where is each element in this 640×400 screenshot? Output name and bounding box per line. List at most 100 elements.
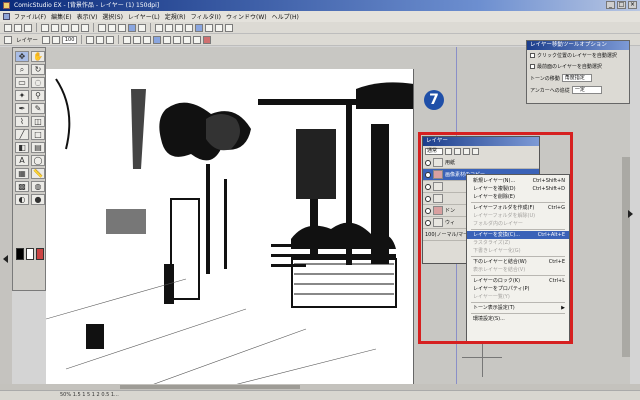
select-rect-icon[interactable]: ▭ — [15, 77, 29, 88]
story-icon[interactable] — [215, 23, 223, 32]
option-auto-select-click[interactable]: クリック位置のレイヤーを自動選択 — [527, 50, 629, 61]
zoom-out-icon[interactable] — [118, 23, 126, 32]
scroll-thumb[interactable] — [120, 385, 300, 389]
layer-row[interactable]: 用紙 — [423, 157, 539, 169]
menu-ruler[interactable]: 定規(R) — [165, 12, 186, 21]
blend-tool-icon[interactable]: ◐ — [15, 194, 29, 205]
context-menu-item[interactable]: レイヤーをプロパティ(P) — [467, 285, 569, 293]
settings-icon[interactable] — [225, 23, 233, 32]
context-menu-item[interactable]: レイヤーを削除(E) — [467, 193, 569, 201]
move-tool-icon[interactable]: ✥ — [15, 51, 29, 62]
rotate-tool-icon[interactable]: ↻ — [31, 64, 45, 75]
pen-icon[interactable] — [123, 35, 132, 44]
open-file-icon[interactable] — [14, 23, 22, 32]
redo-icon[interactable] — [81, 23, 89, 32]
pen-tool-icon[interactable]: ✒ — [15, 103, 29, 114]
zoom-in-icon[interactable] — [108, 23, 116, 32]
minimize-button[interactable]: _ — [606, 1, 615, 9]
folder-icon[interactable] — [454, 148, 461, 155]
paste-icon[interactable] — [61, 23, 69, 32]
tone-icon[interactable] — [153, 35, 162, 44]
stop-icon[interactable] — [203, 35, 212, 44]
eye-icon[interactable] — [425, 171, 431, 178]
lock-icon[interactable] — [463, 148, 470, 155]
fit-window-icon[interactable] — [128, 23, 136, 32]
layer-next-icon[interactable] — [51, 35, 60, 44]
eye-icon[interactable] — [425, 195, 431, 202]
context-menu-item[interactable]: レイヤーフォルダを作成(F) Ctrl+G — [467, 204, 569, 212]
rotate-icon[interactable] — [155, 23, 163, 32]
context-menu-item[interactable]: レイヤーのロック(K) Ctrl+L — [467, 277, 569, 285]
foreground-color[interactable] — [16, 248, 24, 260]
zoom-field[interactable]: 100 — [61, 35, 78, 44]
copy-icon[interactable] — [51, 23, 59, 32]
new-layer-icon[interactable] — [445, 148, 452, 155]
drawing-canvas[interactable] — [46, 69, 414, 387]
context-menu-item[interactable]: 環境設定(S)... — [467, 315, 569, 323]
hand-tool-icon[interactable]: ✋ — [31, 51, 45, 62]
menu-select[interactable]: 選択(S) — [102, 12, 123, 21]
background-color[interactable] — [26, 248, 34, 260]
close-button[interactable]: × — [628, 1, 637, 9]
menu-view[interactable]: 表示(V) — [77, 12, 98, 21]
accent-color[interactable] — [36, 248, 44, 260]
tone-scrape-icon[interactable]: ◍ — [31, 181, 45, 192]
eyedropper-icon[interactable]: ⚲ — [31, 90, 45, 101]
grid-icon[interactable] — [175, 23, 183, 32]
context-menu-item[interactable]: 新規レイヤー(N)... Ctrl+Shift+N — [467, 177, 569, 185]
tone-move-select[interactable]: 角度指定 — [561, 74, 592, 82]
actual-size-icon[interactable] — [138, 23, 146, 32]
lasso-icon[interactable]: ◌ — [31, 77, 45, 88]
collapse-right-icon[interactable] — [628, 210, 633, 218]
anchor-follow-select[interactable]: 一定 — [571, 86, 602, 94]
marker-icon[interactable] — [133, 35, 142, 44]
eye-icon[interactable] — [425, 219, 431, 226]
new-file-icon[interactable] — [4, 23, 12, 32]
context-menu-item[interactable]: 下のレイヤーと結合(W) Ctrl+E — [467, 258, 569, 266]
frame-icon[interactable] — [183, 35, 192, 44]
balloon-tool-icon[interactable]: ◯ — [31, 155, 45, 166]
brush-tool-icon[interactable]: ⌇ — [15, 116, 29, 127]
menu-layer[interactable]: レイヤー(L) — [128, 12, 160, 21]
context-menu-item[interactable]: トーン表示設定(T) ▶ — [467, 304, 569, 312]
menu-help[interactable]: ヘルプ(H) — [272, 12, 299, 21]
context-menu-item[interactable]: レイヤーを複製(D) Ctrl+Shift+D — [467, 185, 569, 193]
menu-edit[interactable]: 編集(E) — [51, 12, 71, 21]
context-menu-item[interactable]: レイヤーを変換(C)... Ctrl+Alt+E — [467, 231, 569, 239]
layer-prev-icon[interactable] — [41, 35, 50, 44]
menu-filter[interactable]: フィルタ(I) — [191, 12, 221, 21]
trash-icon[interactable] — [472, 148, 479, 155]
rotate-view-icon[interactable] — [96, 35, 105, 44]
menu-file[interactable]: ファイル(F) — [14, 12, 46, 21]
vertical-scrollbar[interactable] — [622, 157, 630, 357]
ruler-icon[interactable] — [185, 23, 193, 32]
balloon-icon[interactable] — [173, 35, 182, 44]
hand-icon[interactable] — [86, 35, 95, 44]
eye-icon[interactable] — [425, 207, 431, 214]
undo-icon[interactable] — [71, 23, 79, 32]
cut-icon[interactable] — [41, 23, 49, 32]
document-icon[interactable] — [3, 13, 10, 20]
gradient-tool-icon[interactable]: ▤ — [31, 142, 45, 153]
save-icon[interactable] — [24, 23, 32, 32]
collapse-left-icon[interactable] — [3, 255, 8, 263]
blend-mode-select[interactable]: 通常 — [425, 148, 443, 155]
flip-icon[interactable] — [165, 23, 173, 32]
shape-tool-icon[interactable]: □ — [31, 129, 45, 140]
maximize-button[interactable]: □ — [617, 1, 626, 9]
menu-window[interactable]: ウィンドウ(W) — [226, 12, 267, 21]
ruler-tool-icon[interactable]: 📏 — [31, 168, 45, 179]
page-icon[interactable] — [205, 23, 213, 32]
fill-tool-icon[interactable]: ◧ — [15, 142, 29, 153]
reset-view-icon[interactable] — [106, 35, 115, 44]
layer-icon[interactable] — [195, 23, 203, 32]
option-auto-select-front[interactable]: 最前面のレイヤーを自動選択 — [527, 61, 629, 72]
eraser-icon[interactable] — [143, 35, 152, 44]
print-icon[interactable] — [98, 23, 106, 32]
eye-icon[interactable] — [425, 183, 431, 190]
checkbox[interactable] — [530, 53, 535, 58]
eraser-tool-icon[interactable]: ◫ — [31, 116, 45, 127]
frame-tool-icon[interactable]: ▦ — [15, 168, 29, 179]
zoom-tool-icon[interactable]: ⌕ — [15, 64, 29, 75]
layer-select-icon[interactable] — [4, 35, 12, 44]
